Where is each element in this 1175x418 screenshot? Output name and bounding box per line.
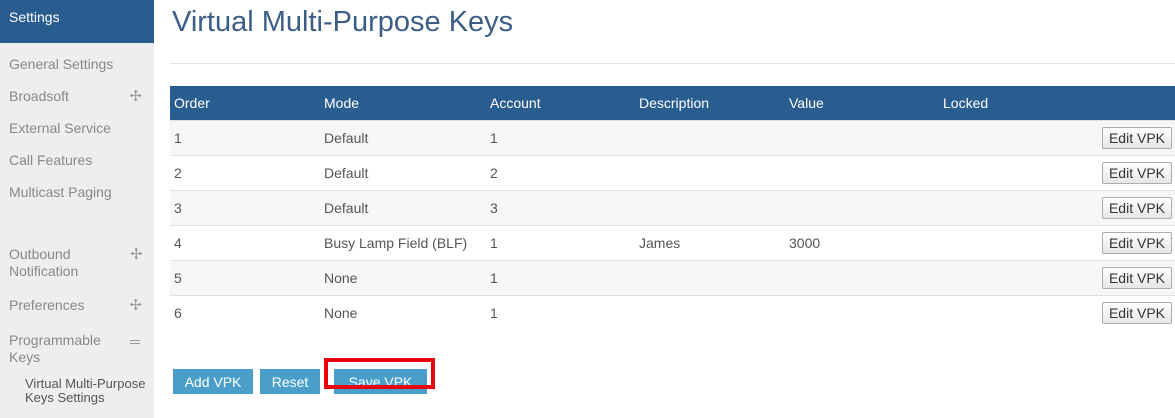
sidebar-item-label: Programmable Keys xyxy=(9,332,101,365)
column-header-locked: Locked xyxy=(939,86,1059,120)
cell-locked xyxy=(939,259,1059,295)
reset-button[interactable]: Reset xyxy=(260,369,320,394)
cell-value xyxy=(785,154,939,190)
expand-plus-icon[interactable]: ✢ xyxy=(129,88,142,105)
expand-plus-icon[interactable]: ✢ xyxy=(130,246,143,263)
page-title: Virtual Multi-Purpose Keys xyxy=(172,6,514,38)
sidebar-item-programmable-keys[interactable]: Programmable Keys xyxy=(0,332,125,366)
sidebar-item-label: General Settings xyxy=(9,56,114,72)
sidebar-item-label: Call Features xyxy=(9,152,93,168)
sidebar-item-label: Broadsoft xyxy=(9,88,69,104)
table-row: 4 Busy Lamp Field (BLF) 1 James 3000 Edi… xyxy=(170,224,1175,260)
cell-mode: None xyxy=(320,259,486,295)
cell-locked xyxy=(939,224,1059,260)
sidebar-item-general-settings[interactable]: General Settings xyxy=(0,56,154,73)
cell-account: 1 xyxy=(486,224,635,260)
cell-locked xyxy=(939,189,1059,225)
cell-description xyxy=(635,189,785,225)
edit-vpk-button[interactable]: Edit VPK xyxy=(1101,196,1172,219)
sidebar-item-label: Preferences xyxy=(9,297,85,313)
cell-order: 2 xyxy=(170,154,320,190)
cell-locked xyxy=(939,119,1059,155)
cell-mode: Busy Lamp Field (BLF) xyxy=(320,224,486,260)
cell-action: Edit VPK xyxy=(1059,119,1175,155)
vpk-table: Order Mode Account Description Value Loc… xyxy=(170,86,1175,330)
cell-action: Edit VPK xyxy=(1059,259,1175,295)
table-row: 3 Default 3 Edit VPK xyxy=(170,189,1175,225)
cell-account: 1 xyxy=(486,119,635,155)
column-header-actions xyxy=(1059,86,1175,120)
sidebar-subitem-virtual-multi-purpose-keys-settings[interactable]: Virtual Multi-Purpose Keys Settings xyxy=(25,377,150,405)
sidebar-header[interactable]: Settings xyxy=(0,0,154,43)
cell-order: 6 xyxy=(170,294,320,330)
expand-plus-icon[interactable]: ✢ xyxy=(129,297,142,314)
cell-value xyxy=(785,119,939,155)
cell-value xyxy=(785,259,939,295)
edit-vpk-button[interactable]: Edit VPK xyxy=(1101,301,1172,324)
cell-order: 1 xyxy=(170,119,320,155)
cell-order: 3 xyxy=(170,189,320,225)
cell-mode: Default xyxy=(320,119,486,155)
column-header-mode: Mode xyxy=(320,86,486,120)
cell-action: Edit VPK xyxy=(1059,189,1175,225)
sidebar-item-external-service[interactable]: External Service xyxy=(0,120,154,137)
sidebar-item-label: External Service xyxy=(9,120,111,136)
title-divider xyxy=(170,63,1175,64)
sidebar-item-broadsoft[interactable]: Broadsoft ✢ xyxy=(0,88,154,105)
column-header-value: Value xyxy=(785,86,939,120)
highlight-box xyxy=(324,358,435,389)
cell-action: Edit VPK xyxy=(1059,294,1175,330)
cell-description: James xyxy=(635,224,785,260)
cell-mode: Default xyxy=(320,189,486,225)
cell-locked xyxy=(939,154,1059,190)
column-header-description: Description xyxy=(635,86,785,120)
sidebar-item-label: Outbound Notification xyxy=(9,246,79,279)
cell-description xyxy=(635,119,785,155)
sidebar-item-preferences[interactable]: Preferences ✢ xyxy=(0,297,154,314)
cell-mode: None xyxy=(320,294,486,330)
cell-account: 3 xyxy=(486,189,635,225)
collapse-minus-icon[interactable] xyxy=(130,340,140,344)
cell-description xyxy=(635,259,785,295)
sidebar-item-multicast-paging[interactable]: Multicast Paging xyxy=(0,184,154,201)
cell-value xyxy=(785,294,939,330)
cell-description xyxy=(635,154,785,190)
sidebar-item-call-features[interactable]: Call Features xyxy=(0,152,154,169)
cell-value xyxy=(785,189,939,225)
add-vpk-button[interactable]: Add VPK xyxy=(173,369,253,394)
table-row: 1 Default 1 Edit VPK xyxy=(170,119,1175,155)
table-header-row: Order Mode Account Description Value Loc… xyxy=(170,86,1175,120)
cell-account: 2 xyxy=(486,154,635,190)
table-row: 2 Default 2 Edit VPK xyxy=(170,154,1175,190)
cell-action: Edit VPK xyxy=(1059,224,1175,260)
sidebar-item-outbound-notification[interactable]: Outbound Notification xyxy=(0,246,110,280)
edit-vpk-button[interactable]: Edit VPK xyxy=(1101,231,1172,254)
cell-order: 5 xyxy=(170,259,320,295)
sidebar-item-label: Multicast Paging xyxy=(9,184,112,200)
table-row: 6 None 1 Edit VPK xyxy=(170,294,1175,330)
edit-vpk-button[interactable]: Edit VPK xyxy=(1101,266,1172,289)
sidebar: Settings General Settings Broadsoft ✢ Ex… xyxy=(0,0,154,418)
edit-vpk-button[interactable]: Edit VPK xyxy=(1101,161,1172,184)
cell-account: 1 xyxy=(486,259,635,295)
cell-order: 4 xyxy=(170,224,320,260)
column-header-order: Order xyxy=(170,86,320,120)
cell-description xyxy=(635,294,785,330)
column-header-account: Account xyxy=(486,86,635,120)
cell-locked xyxy=(939,294,1059,330)
cell-account: 1 xyxy=(486,294,635,330)
edit-vpk-button[interactable]: Edit VPK xyxy=(1101,126,1172,149)
cell-value: 3000 xyxy=(785,224,939,260)
cell-action: Edit VPK xyxy=(1059,154,1175,190)
table-row: 5 None 1 Edit VPK xyxy=(170,259,1175,295)
cell-mode: Default xyxy=(320,154,486,190)
